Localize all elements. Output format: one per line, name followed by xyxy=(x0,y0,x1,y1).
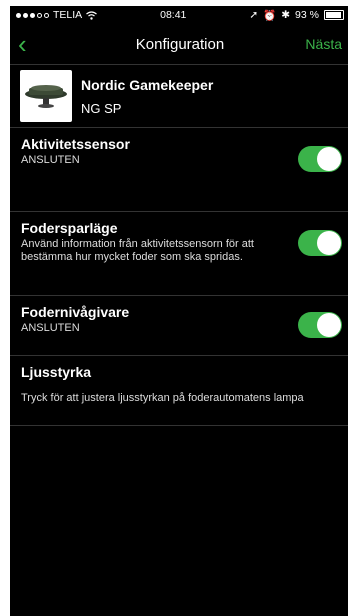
signal-icon xyxy=(16,12,49,18)
bluetooth-icon: ✱ xyxy=(281,9,291,21)
wifi-icon xyxy=(86,10,98,20)
battery-label: 93 % xyxy=(295,9,319,21)
setting-subtitle: Använd information från aktivitetssensor… xyxy=(21,238,254,263)
battery-icon xyxy=(323,10,344,20)
setting-activity-sensor[interactable]: Aktivitetssensor ANSLUTEN xyxy=(10,128,348,212)
carrier-label: TELIA xyxy=(53,9,83,21)
device-name: Nordic Gamekeeper xyxy=(81,76,214,93)
device-header: Nordic Gamekeeper NG SP xyxy=(10,65,348,128)
device-model: NG SP xyxy=(81,100,122,116)
page-title: Konfiguration xyxy=(135,35,225,53)
nav-bar: ‹ Konfiguration Nästa xyxy=(10,24,348,65)
setting-title: Aktivitetssensor xyxy=(21,136,130,152)
app-screen: TELIA 08:41 ➚ ⏰ ✱ 93 % ‹ Konfiguration N… xyxy=(10,6,348,616)
setting-feed-saving[interactable]: Fodersparläge Använd information från ak… xyxy=(10,212,348,296)
carrier-group: TELIA xyxy=(16,9,98,21)
alarm-icon: ⏰ xyxy=(263,9,277,22)
back-button[interactable]: ‹ xyxy=(18,31,58,57)
setting-feed-level-sensor[interactable]: Fodernivågivare ANSLUTEN xyxy=(10,296,348,356)
device-info: Nordic Gamekeeper NG SP xyxy=(81,77,213,116)
status-right: ➚ ⏰ ✱ 93 % xyxy=(249,9,344,22)
setting-subtitle: ANSLUTEN xyxy=(21,154,80,166)
feed-level-sensor-toggle[interactable] xyxy=(298,312,342,338)
toggle-knob xyxy=(317,147,341,171)
feeder-icon xyxy=(25,85,67,108)
status-time: 08:41 xyxy=(160,9,187,21)
location-icon: ➚ xyxy=(249,9,259,21)
setting-subtitle: ANSLUTEN xyxy=(21,322,80,334)
device-image xyxy=(20,70,72,122)
setting-title: Fodernivågivare xyxy=(21,304,130,320)
brightness-title: Ljusstyrka xyxy=(21,364,92,380)
toggle-knob xyxy=(317,231,341,255)
status-bar: TELIA 08:41 ➚ ⏰ ✱ 93 % xyxy=(10,6,348,24)
toggle-knob xyxy=(317,313,341,337)
setting-brightness[interactable]: Ljusstyrka Tryck för att justera ljussty… xyxy=(10,356,348,426)
activity-sensor-toggle[interactable] xyxy=(298,146,342,172)
feed-saving-toggle[interactable] xyxy=(298,230,342,256)
next-button[interactable]: Nästa xyxy=(302,36,342,52)
brightness-description: Tryck för att justera ljusstyrkan på fod… xyxy=(21,392,304,404)
setting-title: Fodersparläge xyxy=(21,220,118,236)
